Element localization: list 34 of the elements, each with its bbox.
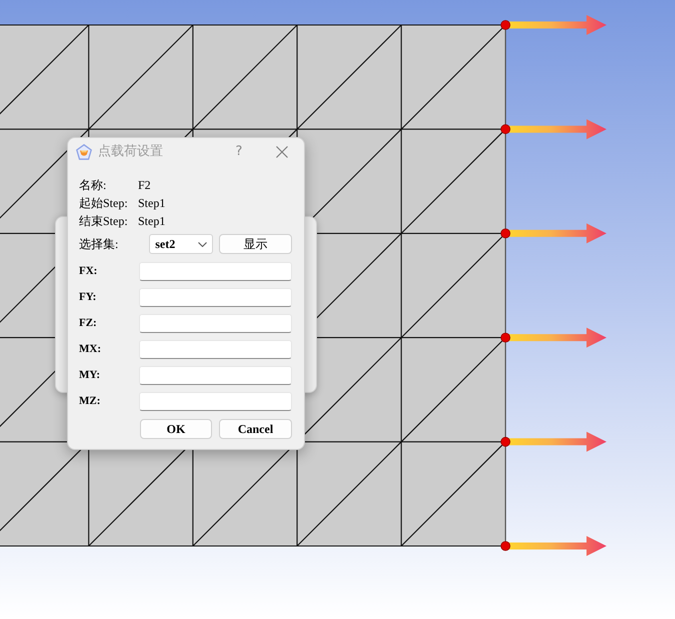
input-field[interactable] <box>139 288 292 306</box>
input-field[interactable] <box>139 366 292 384</box>
input-field[interactable] <box>139 262 292 280</box>
field-label: 结束Step: <box>79 213 129 230</box>
show-button[interactable]: 显示 <box>218 234 292 254</box>
ok-button[interactable]: OK <box>140 419 212 439</box>
field-label: FZ: <box>79 316 98 330</box>
node-dot-icon <box>500 20 510 30</box>
dialog-title: 点载荷设置 <box>98 143 163 162</box>
caret-icon <box>198 242 207 246</box>
field-label: FY: <box>79 290 98 304</box>
field-label: 选择集: <box>79 236 120 253</box>
field-label: MX: <box>79 342 102 356</box>
field-label: 名称: <box>79 177 108 194</box>
node-dot-icon <box>500 124 510 134</box>
field-label: MY: <box>79 368 101 382</box>
cancel-button[interactable]: Cancel <box>219 419 292 439</box>
input-field[interactable] <box>139 314 292 332</box>
field-value: Step1 <box>138 213 166 230</box>
field-label: 起始Step: <box>79 195 129 212</box>
field-value: F2 <box>138 177 151 194</box>
field-label: MZ: <box>79 394 102 408</box>
field-value: Step1 <box>138 195 166 212</box>
app-icon <box>76 144 92 160</box>
node-dot-icon <box>500 332 510 342</box>
node-dot-icon <box>500 541 510 551</box>
input-field[interactable] <box>139 392 292 410</box>
node-dot-icon <box>500 436 510 447</box>
selection-dropdown[interactable]: set2 <box>149 234 213 254</box>
input-field[interactable] <box>139 340 292 358</box>
node-dot-icon <box>500 228 510 238</box>
close-icon <box>276 146 288 158</box>
close-button[interactable] <box>274 144 290 160</box>
field-label: FX: <box>79 264 98 278</box>
